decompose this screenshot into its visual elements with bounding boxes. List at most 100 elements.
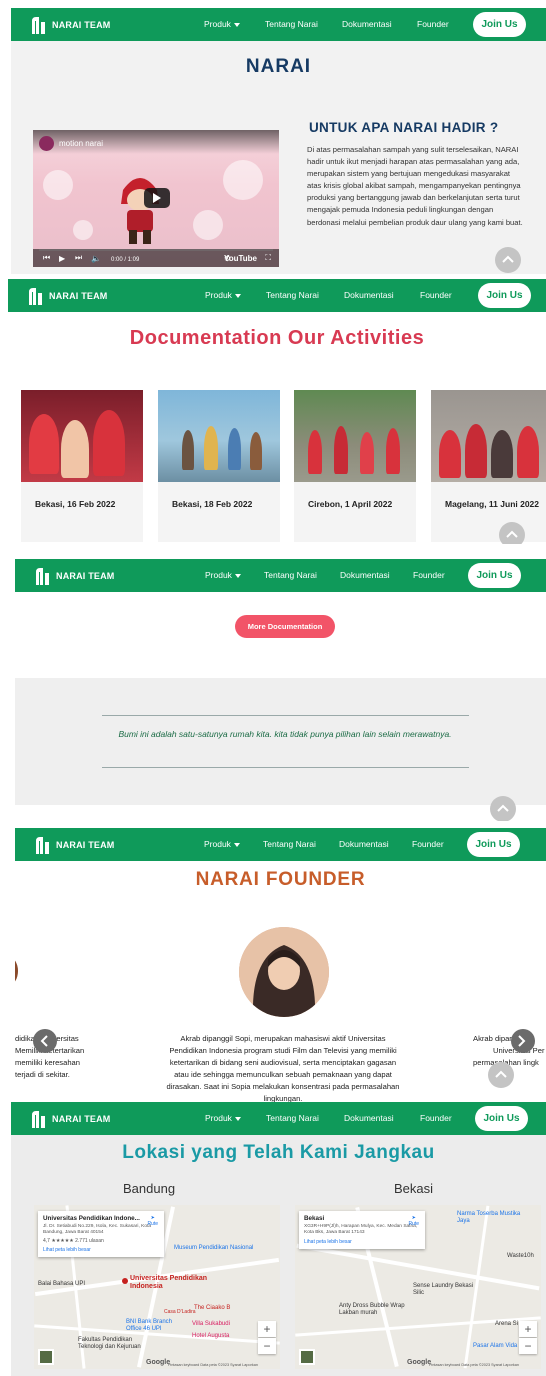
scroll-top-button[interactable] <box>488 1062 514 1088</box>
map-poi-main[interactable]: Universitas Pendidikan Indonesia <box>130 1275 210 1291</box>
join-us-button[interactable]: Join Us <box>468 563 521 588</box>
nav-dokumentasi[interactable]: Dokumentasi <box>344 1113 394 1123</box>
zoom-out-button[interactable]: − <box>519 1338 537 1354</box>
directions-button[interactable]: ➤ Rute <box>147 1215 158 1227</box>
nav-produk[interactable]: Produk <box>205 1113 241 1123</box>
nav-tentang[interactable]: Tentang Narai <box>264 570 317 580</box>
video-player[interactable]: motion narai ⏮ ▶ ⏭ 🔈 0:00 / 1:09 ⚙ YouTu… <box>33 130 279 267</box>
doc-photo <box>431 390 546 482</box>
zoom-out-button[interactable]: − <box>258 1338 276 1354</box>
city-label-bekasi: Bekasi <box>394 1181 434 1196</box>
locations-title: Lokasi yang Telah Kami Jangkau <box>122 1142 435 1163</box>
map-poi[interactable]: BNI Bank Branch Office 46 UPI <box>126 1319 186 1333</box>
chevron-up-icon <box>506 530 518 538</box>
map-poi[interactable]: Villa Sukabudi <box>192 1321 230 1327</box>
doc-card[interactable]: Cirebon, 1 April 2022 <box>294 390 416 542</box>
nav-tentang[interactable]: Tentang Narai <box>266 1113 319 1123</box>
nav-founder[interactable]: Founder <box>412 839 444 849</box>
nav-dokumentasi[interactable]: Dokumentasi <box>339 839 389 849</box>
nav-produk[interactable]: Produk <box>205 570 241 580</box>
about-paragraph: Di atas permasalahan sampah yang sulit t… <box>307 145 523 227</box>
zoom-in-button[interactable]: + <box>519 1321 537 1337</box>
map-poi[interactable]: Hotel Augusta <box>192 1333 229 1339</box>
nav-founder[interactable]: Founder <box>420 290 452 300</box>
join-us-button[interactable]: Join Us <box>475 1106 528 1131</box>
map-poi[interactable]: Anty Dross Bubble Wrap Lakban murah <box>339 1303 415 1317</box>
doc-card[interactable]: Bekasi, 18 Feb 2022 <box>158 390 280 542</box>
map-poi[interactable]: Balai Bahasa UPI <box>38 1281 85 1287</box>
youtube-logo[interactable]: YouTube <box>224 254 257 263</box>
map-bekasi[interactable]: Bekasi XG3R+H9P(Jl)h, Harapan Mulya, Kec… <box>295 1205 541 1369</box>
nav-produk[interactable]: Produk <box>204 19 240 29</box>
map-bandung[interactable]: Universitas Pendidikan Indone... Jl. Dr.… <box>34 1205 280 1369</box>
bokeh-light <box>43 170 73 200</box>
nav-tentang[interactable]: Tentang Narai <box>265 19 318 29</box>
documentation-section: NARAI TEAM Produk Tentang Narai Dokument… <box>8 279 546 544</box>
map-place-address: XG3R+H9P(Jl)h, Harapan Mulya, Kec. Medan… <box>304 1224 418 1235</box>
join-us-button[interactable]: Join Us <box>478 283 531 308</box>
nav-produk[interactable]: Produk <box>205 290 241 300</box>
nav-dokumentasi[interactable]: Dokumentasi <box>344 290 394 300</box>
bokeh-light <box>73 220 93 240</box>
photo-figure <box>386 428 400 474</box>
narai-logo-icon <box>36 568 49 585</box>
play-small-icon[interactable]: ▶ <box>59 254 65 263</box>
join-us-button[interactable]: Join Us <box>467 832 520 857</box>
map-footer: Pintasan keyboard Data peta ©2023 Syarat… <box>428 1363 519 1367</box>
map-poi[interactable]: Arena Si <box>495 1321 518 1327</box>
map-poi[interactable]: Sense Laundry Bekasi Silic <box>413 1283 483 1297</box>
photo-figure <box>93 410 125 476</box>
brand[interactable]: NARAI TEAM <box>31 1110 111 1128</box>
google-logo: Google <box>146 1359 171 1366</box>
doc-photo <box>21 390 143 482</box>
more-documentation-button[interactable]: More Documentation <box>235 615 335 638</box>
play-icon <box>153 193 161 203</box>
location-pin-icon[interactable] <box>122 1278 128 1284</box>
scroll-top-button[interactable] <box>499 522 525 544</box>
map-poi[interactable]: Casa D'Ladira <box>164 1309 196 1315</box>
satellite-toggle[interactable] <box>299 1349 315 1365</box>
map-poi[interactable]: The Ciaako B <box>194 1305 230 1311</box>
map-poi[interactable]: Waste10h <box>507 1253 534 1259</box>
brand[interactable]: NARAI TEAM <box>28 287 108 305</box>
nav-founder[interactable]: Founder <box>417 19 449 29</box>
nav-dokumentasi[interactable]: Dokumentasi <box>340 570 390 580</box>
volume-icon[interactable]: 🔈 <box>91 254 101 263</box>
map-poi[interactable]: Pasar Alam Vida <box>473 1343 517 1349</box>
brand[interactable]: NARAI TEAM <box>35 567 115 585</box>
zoom-in-button[interactable]: + <box>258 1321 276 1337</box>
nav-tentang[interactable]: Tentang Narai <box>263 839 316 849</box>
nav-founder[interactable]: Founder <box>420 1113 452 1123</box>
doc-card[interactable]: Bekasi, 16 Feb 2022 <box>21 390 143 542</box>
carousel-next-button[interactable] <box>511 1029 535 1053</box>
view-larger-map-link[interactable]: Lihat peta lebih besar <box>43 1247 159 1253</box>
video-title[interactable]: motion narai <box>59 139 103 148</box>
map-poi[interactable]: Fakultas Pendidikan Teknologi dan Kejuru… <box>78 1337 158 1351</box>
nav-tentang[interactable]: Tentang Narai <box>266 290 319 300</box>
carousel-prev-button[interactable] <box>33 1029 57 1053</box>
brand[interactable]: NARAI TEAM <box>31 16 111 34</box>
skip-next-icon[interactable]: ⏭ <box>75 253 82 263</box>
channel-avatar[interactable] <box>39 136 54 151</box>
fullscreen-icon[interactable]: ⛶ <box>265 253 271 263</box>
bokeh-light <box>223 160 263 200</box>
caret-down-icon <box>234 1116 241 1121</box>
brand-name: NARAI TEAM <box>49 291 108 301</box>
map-poi[interactable]: Museum Pendidikan Nasional <box>174 1245 253 1251</box>
scroll-top-button[interactable] <box>490 796 516 821</box>
satellite-toggle[interactable] <box>38 1349 54 1365</box>
scroll-top-button[interactable] <box>495 247 521 273</box>
nav-dokumentasi[interactable]: Dokumentasi <box>342 19 392 29</box>
play-button[interactable] <box>144 188 170 208</box>
page-title: NARAI <box>245 56 312 77</box>
brand[interactable]: NARAI TEAM <box>35 836 115 854</box>
skip-back-icon[interactable]: ⏮ <box>43 253 50 263</box>
doc-card[interactable]: Magelang, 11 Juni 2022 <box>431 390 546 542</box>
join-us-button[interactable]: Join Us <box>473 12 526 37</box>
view-larger-map-link[interactable]: Lihat peta lebih besar <box>304 1239 420 1245</box>
directions-button[interactable]: ➤ Rute <box>408 1215 419 1227</box>
nav-produk[interactable]: Produk <box>204 839 240 849</box>
map-poi[interactable]: Narma Toserba Mustika Jaya <box>457 1211 527 1225</box>
nav-founder[interactable]: Founder <box>413 570 445 580</box>
photo-figure <box>334 426 348 474</box>
